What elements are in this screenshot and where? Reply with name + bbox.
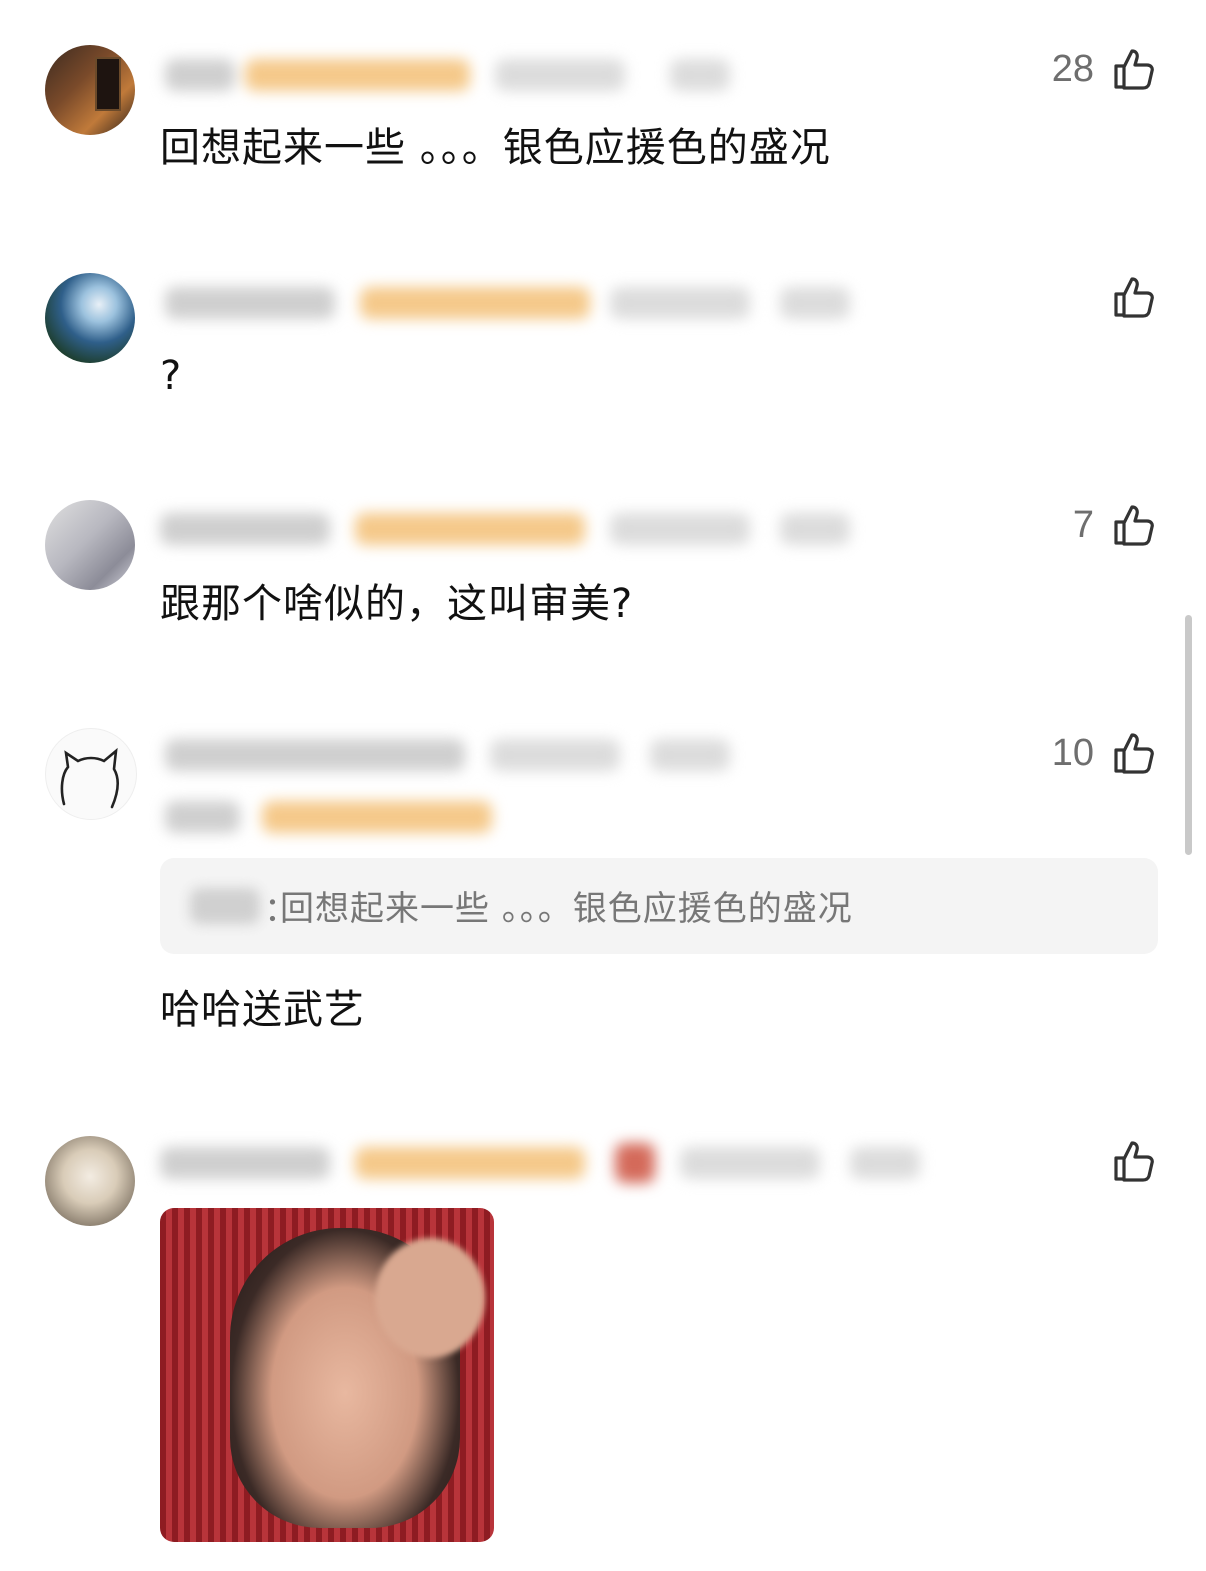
quoted-reply[interactable]: ： 回想起来一些 。。。银色应援色的盛况 [160, 858, 1158, 954]
thumbs-up-icon [1110, 45, 1158, 93]
like-button[interactable]: 7 [1073, 501, 1158, 549]
comment-text: 跟那个啥似的，这叫审美? [160, 581, 634, 627]
comment-text: 哈哈送武艺 [160, 987, 365, 1033]
avatar-art [95, 57, 121, 111]
avatar[interactable] [45, 45, 135, 135]
like-button[interactable]: 28 [1052, 45, 1158, 93]
thumbs-up-icon [1110, 1137, 1158, 1185]
thumbs-up-icon [1110, 273, 1158, 321]
like-count: 28 [1051, 47, 1094, 90]
user-meta-blurred [150, 283, 870, 323]
scrollbar[interactable] [1185, 615, 1192, 855]
user-meta-blurred [150, 1143, 940, 1183]
like-count: 7 [1072, 503, 1094, 546]
cat-outline-icon [60, 747, 119, 809]
quoted-user-blurred [190, 888, 260, 924]
photo-hand [375, 1238, 485, 1358]
user-meta-blurred [150, 509, 870, 549]
comment-text: ? [160, 353, 183, 399]
avatar[interactable] [45, 728, 137, 820]
user-meta-blurred [150, 735, 750, 845]
quoted-text: 回想起来一些 。。。银色应援色的盛况 [280, 889, 853, 929]
comment-text: 回想起来一些 。。。银色应援色的盛况 [160, 125, 831, 171]
avatar[interactable] [45, 1136, 135, 1226]
avatar[interactable] [45, 273, 135, 363]
like-button[interactable]: 10 [1052, 729, 1158, 777]
user-meta-blurred [150, 55, 750, 95]
like-button[interactable] [1094, 273, 1158, 321]
comment-image[interactable] [160, 1208, 494, 1542]
like-count: 10 [1051, 731, 1094, 774]
avatar[interactable] [45, 500, 135, 590]
thumbs-up-icon [1110, 729, 1158, 777]
thumbs-up-icon [1110, 501, 1158, 549]
like-button[interactable] [1094, 1137, 1158, 1185]
